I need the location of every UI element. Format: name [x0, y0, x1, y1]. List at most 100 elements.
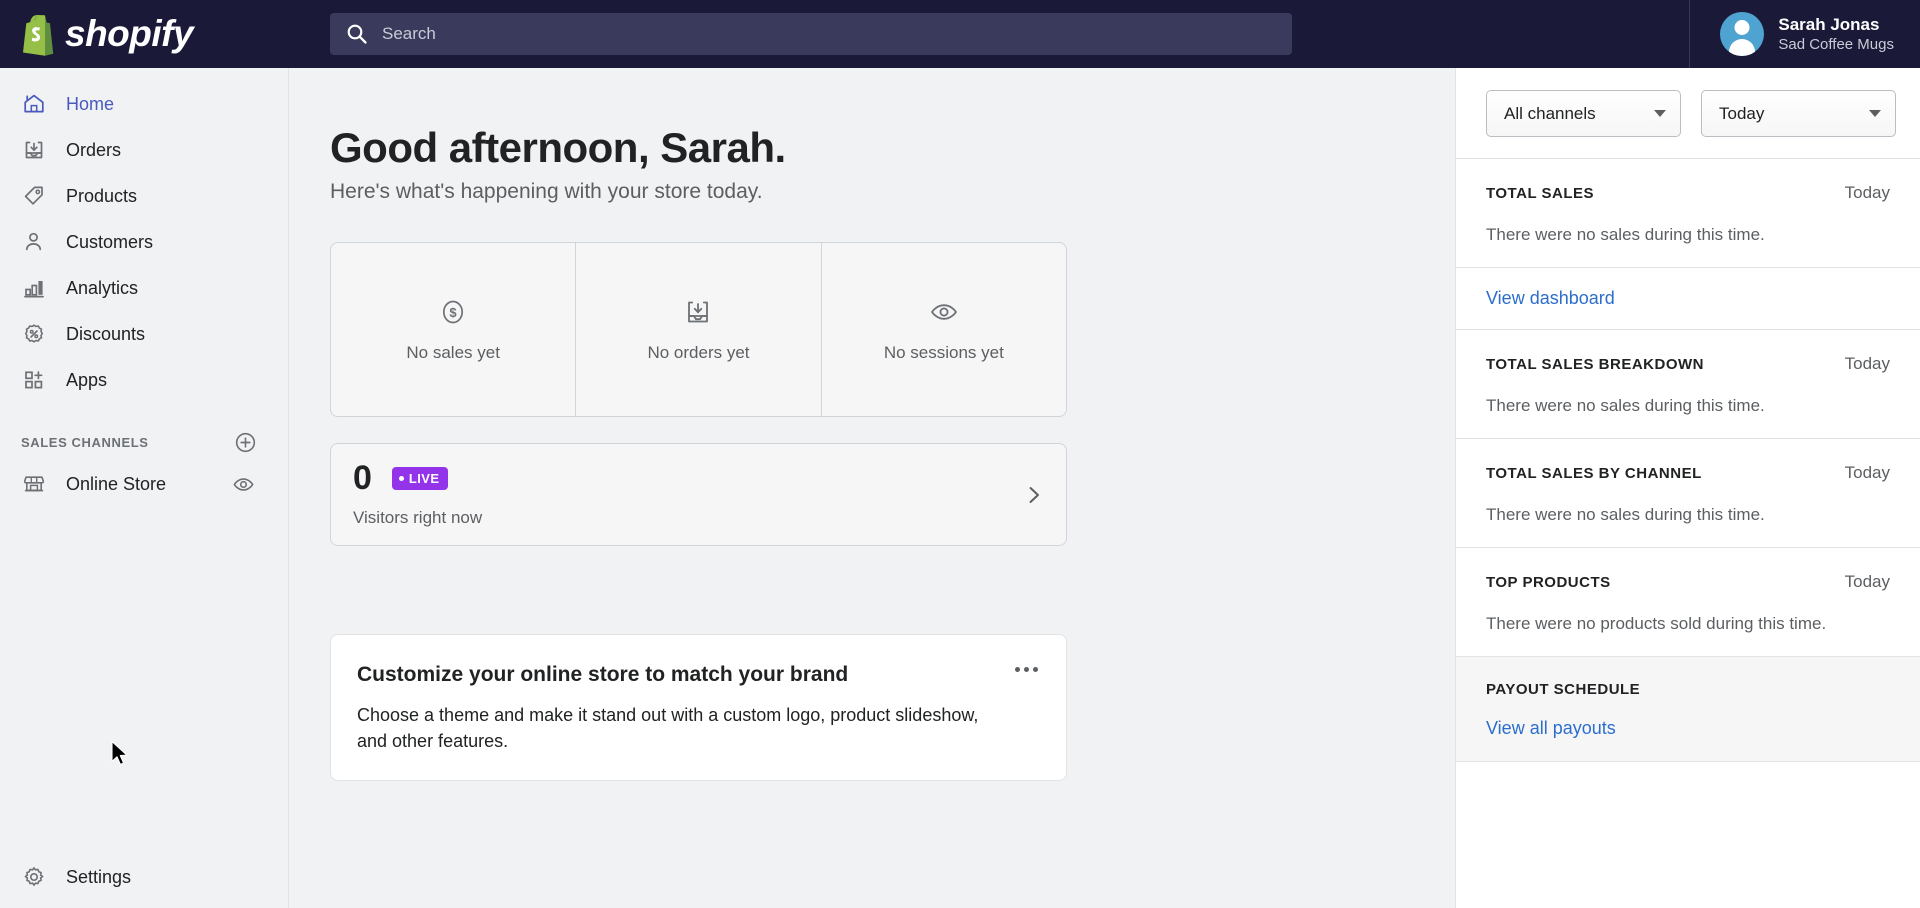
stat-card-orders[interactable]: No orders yet	[576, 243, 821, 416]
insights-filters: All channels Today	[1456, 68, 1920, 159]
period-filter-select[interactable]: Today	[1701, 90, 1896, 137]
insight-section-period: Today	[1845, 183, 1890, 203]
status-badge: LIVE	[392, 467, 449, 490]
search-zone: Search	[289, 13, 1292, 55]
channel-filter-value: All channels	[1504, 104, 1596, 124]
customize-store-card: Customize your online store to match you…	[330, 634, 1067, 781]
shopify-admin-window: shopify Search Sarah Jonas Sad Coff	[0, 0, 1920, 908]
ellipsis-dot	[1033, 667, 1038, 672]
dollar-circle-icon: $	[438, 297, 468, 327]
storefront-icon	[21, 471, 47, 497]
sidebar-item-orders[interactable]: Orders	[8, 130, 280, 170]
insight-section-title: TOTAL SALES	[1486, 185, 1594, 202]
user-name: Sarah Jonas	[1778, 14, 1894, 35]
sidebar-item-products[interactable]: Products	[8, 176, 280, 216]
shopify-logo[interactable]: shopify	[0, 0, 289, 68]
page-subtitle: Here's what's happening with your store …	[330, 180, 1455, 204]
sidebar-item-online-store[interactable]: Online Store	[8, 464, 280, 504]
user-text: Sarah Jonas Sad Coffee Mugs	[1778, 14, 1894, 55]
customize-card-title: Customize your online store to match you…	[357, 663, 1040, 687]
insight-section-title: PAYOUT SCHEDULE	[1486, 681, 1640, 698]
sales-channels-title: SALES CHANNELS	[21, 435, 149, 450]
sidebar-item-home[interactable]: Home	[8, 84, 280, 124]
orders-inbox-icon	[683, 297, 713, 327]
plus-circle-icon[interactable]	[232, 429, 258, 455]
ellipsis-dot	[1024, 667, 1029, 672]
live-badge-label: LIVE	[409, 471, 440, 486]
apps-grid-plus-icon	[21, 367, 47, 393]
visitor-count: 0	[353, 461, 372, 495]
insight-section-payout-schedule: PAYOUT SCHEDULE View all payouts	[1456, 657, 1920, 762]
live-visitors-top: 0 LIVE	[353, 461, 482, 495]
person-icon	[21, 229, 47, 255]
body: Home Orders	[0, 68, 1920, 908]
insight-section-period: Today	[1845, 463, 1890, 483]
insight-section-header: TOTAL SALES BREAKDOWN Today	[1486, 354, 1890, 374]
sidebar-item-label: Home	[66, 94, 114, 115]
sidebar-nav: Home Orders	[0, 68, 288, 406]
stats-card-group: $ No sales yet No orders yet	[330, 242, 1067, 417]
insight-section-header: TOTAL SALES BY CHANNEL Today	[1486, 463, 1890, 483]
sidebar-item-label: Apps	[66, 370, 107, 391]
stat-card-sessions[interactable]: No sessions yet	[822, 243, 1066, 416]
percent-badge-icon	[21, 321, 47, 347]
gear-icon	[21, 864, 47, 890]
sidebar-item-customers[interactable]: Customers	[8, 222, 280, 262]
home-icon	[21, 91, 47, 117]
user-menu[interactable]: Sarah Jonas Sad Coffee Mugs	[1689, 0, 1920, 68]
insight-section-title: TOTAL SALES BREAKDOWN	[1486, 356, 1704, 373]
sidebar-item-label: Discounts	[66, 324, 145, 345]
sidebar-item-apps[interactable]: Apps	[8, 360, 280, 400]
search-placeholder: Search	[382, 24, 436, 44]
insight-section-header: TOP PRODUCTS Today	[1486, 572, 1890, 592]
insight-empty-state: There were no sales during this time.	[1486, 396, 1890, 416]
avatar-body	[1729, 39, 1755, 56]
insight-section-total-sales: TOTAL SALES Today There were no sales du…	[1456, 159, 1920, 268]
svg-text:$: $	[450, 305, 458, 320]
search-icon	[346, 23, 368, 45]
chevron-down-icon	[1654, 110, 1666, 117]
eye-icon[interactable]	[230, 471, 256, 497]
view-dashboard-link[interactable]: View dashboard	[1486, 288, 1615, 308]
ellipsis-horizontal-icon[interactable]	[1009, 661, 1044, 678]
customize-card-body: Choose a theme and make it stand out wit…	[357, 702, 987, 754]
insight-section-period: Today	[1845, 354, 1890, 374]
insight-section-top-products: TOP PRODUCTS Today There were no product…	[1456, 548, 1920, 657]
insight-section-total-sales-breakdown: TOTAL SALES BREAKDOWN Today There were n…	[1456, 330, 1920, 439]
chevron-down-icon	[1869, 110, 1881, 117]
stat-label: No sessions yet	[884, 343, 1004, 363]
period-filter-value: Today	[1719, 104, 1764, 124]
search-input[interactable]: Search	[330, 13, 1292, 55]
top-bar: shopify Search Sarah Jonas Sad Coff	[0, 0, 1920, 68]
sidebar-item-label: Analytics	[66, 278, 138, 299]
live-visitors-card[interactable]: 0 LIVE Visitors right now	[330, 443, 1067, 546]
sidebar-item-settings[interactable]: Settings	[0, 864, 288, 890]
insight-section-header: TOTAL SALES Today	[1486, 183, 1890, 203]
sidebar-item-label: Products	[66, 186, 137, 207]
insight-empty-state: There were no sales during this time.	[1486, 225, 1890, 245]
shopify-wordmark: shopify	[65, 13, 193, 55]
sidebar-item-label: Orders	[66, 140, 121, 161]
sidebar-item-discounts[interactable]: Discounts	[8, 314, 280, 354]
live-dot-icon	[399, 476, 404, 481]
eye-icon	[929, 297, 959, 327]
stat-label: No sales yet	[406, 343, 500, 363]
stat-card-sales[interactable]: $ No sales yet	[331, 243, 576, 416]
live-visitors-left: 0 LIVE Visitors right now	[353, 461, 482, 528]
insights-panel: All channels Today TOTAL SALES Today The…	[1455, 68, 1920, 908]
tag-icon	[21, 183, 47, 209]
insight-empty-state: There were no products sold during this …	[1486, 614, 1890, 634]
visitors-caption: Visitors right now	[353, 508, 482, 528]
bar-chart-icon	[21, 275, 47, 301]
sidebar-item-analytics[interactable]: Analytics	[8, 268, 280, 308]
insight-section-header: PAYOUT SCHEDULE	[1486, 681, 1890, 698]
insight-section-period: Today	[1845, 572, 1890, 592]
sidebar-item-label: Customers	[66, 232, 153, 253]
chevron-right-icon[interactable]	[1024, 485, 1044, 505]
sidebar-item-label: Settings	[66, 867, 131, 888]
view-all-payouts-link[interactable]: View all payouts	[1486, 718, 1616, 739]
mouse-cursor	[110, 740, 130, 768]
stat-label: No orders yet	[647, 343, 749, 363]
channel-filter-select[interactable]: All channels	[1486, 90, 1681, 137]
insight-section-total-sales-by-channel: TOTAL SALES BY CHANNEL Today There were …	[1456, 439, 1920, 548]
